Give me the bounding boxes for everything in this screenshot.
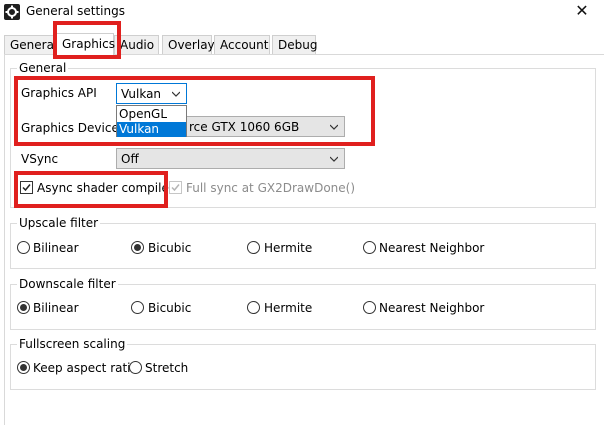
full-sync-label: Full sync at GX2DrawDone(): [186, 181, 356, 195]
highlight-graphics-tab: [53, 21, 121, 59]
highlight-async-shader: [14, 171, 168, 208]
upscale-radio-bilinear[interactable]: [17, 241, 30, 254]
fullscreen-label-keep-aspect: Keep aspect ratio: [33, 361, 138, 375]
downscale-label-hermite: Hermite: [264, 301, 313, 315]
general-group-title: General: [17, 61, 69, 75]
downscale-radio-bicubic[interactable]: [131, 301, 144, 314]
fullscreen-radio-stretch[interactable]: [129, 361, 142, 374]
upscale-filter-title: Upscale filter: [17, 216, 101, 230]
tab-overlay[interactable]: Overlay: [162, 35, 215, 55]
highlight-api-device: [14, 76, 375, 146]
chevron-down-icon: [330, 156, 338, 162]
tab-general[interactable]: General: [4, 35, 57, 55]
upscale-radio-hermite[interactable]: [247, 241, 260, 254]
close-icon[interactable]: ✕: [574, 1, 590, 20]
gear-icon: [4, 4, 20, 20]
window-title: General settings: [26, 4, 125, 18]
downscale-radio-nearest[interactable]: [363, 301, 376, 314]
downscale-label-bilinear: Bilinear: [33, 301, 79, 315]
tab-debug[interactable]: Debug: [272, 35, 317, 55]
downscale-filter-title: Downscale filter: [17, 277, 118, 291]
downscale-radio-bilinear[interactable]: [17, 301, 30, 314]
vsync-select[interactable]: Off: [116, 148, 345, 169]
tab-account[interactable]: Account: [214, 35, 270, 55]
upscale-label-nearest: Nearest Neighbor: [379, 241, 485, 255]
full-sync-checkbox[interactable]: [169, 181, 182, 194]
upscale-radio-bicubic[interactable]: [131, 241, 144, 254]
upscale-label-hermite: Hermite: [264, 241, 313, 255]
vsync-value: Off: [121, 152, 139, 166]
upscale-radio-nearest[interactable]: [363, 241, 376, 254]
downscale-label-nearest: Nearest Neighbor: [379, 301, 485, 315]
upscale-label-bicubic: Bicubic: [148, 241, 192, 255]
fullscreen-scaling-title: Fullscreen scaling: [17, 337, 128, 351]
checkmark-icon: [171, 184, 180, 192]
vsync-label: VSync: [21, 152, 59, 166]
upscale-label-bilinear: Bilinear: [33, 241, 79, 255]
fullscreen-radio-keep-aspect[interactable]: [17, 361, 30, 374]
downscale-label-bicubic: Bicubic: [148, 301, 192, 315]
downscale-radio-hermite[interactable]: [247, 301, 260, 314]
fullscreen-label-stretch: Stretch: [145, 361, 189, 375]
